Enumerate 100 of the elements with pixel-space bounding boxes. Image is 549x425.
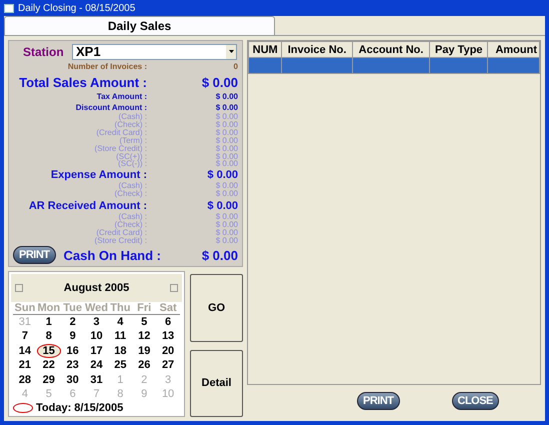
weekday-label: Thu xyxy=(109,302,132,314)
calendar-day[interactable]: 12 xyxy=(132,330,156,343)
summary-label: AR Received Amount : xyxy=(28,199,147,213)
calendar-day[interactable]: 3 xyxy=(84,315,108,328)
calendar-day[interactable]: 8 xyxy=(36,330,61,343)
summary-value: $ 0.00 xyxy=(214,213,239,221)
summary-label: Number of Invoices : xyxy=(66,62,147,73)
print-button[interactable]: PRINT xyxy=(13,246,56,264)
summary-value: $ 0.00 xyxy=(214,153,239,160)
next-month-button[interactable] xyxy=(170,284,178,292)
calendar-day[interactable]: 1 xyxy=(36,315,61,328)
calendar-day[interactable]: 28 xyxy=(13,373,37,386)
summary-value: $ 0.00 xyxy=(214,102,239,113)
go-button[interactable]: GO xyxy=(190,274,243,342)
summary-value: 0 xyxy=(232,62,239,73)
summary-value: $ 0.00 xyxy=(214,160,239,167)
summary-value: $ 0.00 xyxy=(214,182,239,190)
tab[interactable]: Daily Sales xyxy=(4,16,275,35)
previous-month-button[interactable] xyxy=(15,284,23,292)
calendar-day[interactable]: 19 xyxy=(132,344,156,358)
summary-label: Cash On Hand : xyxy=(64,248,162,262)
calendar-day[interactable]: 6 xyxy=(156,315,180,328)
calendar-day[interactable]: 14 xyxy=(13,344,37,358)
summary-label: (Store Credit) : xyxy=(94,237,147,245)
summary-label: Discount Amount : xyxy=(74,102,147,113)
calendar-day[interactable]: 23 xyxy=(60,358,85,372)
summary-value: $ 0.00 xyxy=(214,237,239,245)
weekday-label: Mon xyxy=(36,302,61,314)
calendar-day[interactable]: 27 xyxy=(156,358,180,372)
summary-value: $ 0.00 xyxy=(214,229,239,237)
summary-label: (Cash) : xyxy=(118,213,147,221)
summary-label: Total Sales Amount : xyxy=(18,74,147,91)
summary-value: $ 0.00 xyxy=(214,113,239,121)
calendar-day[interactable]: 13 xyxy=(156,330,180,343)
calendar-day[interactable]: 7 xyxy=(13,330,37,343)
summary-value: $ 0.00 xyxy=(214,121,239,129)
calendar-day[interactable]: 15 xyxy=(36,344,61,358)
summary-label: (Check) : xyxy=(114,221,147,229)
summary-label: (Cash) : xyxy=(118,182,147,190)
weekday-label: Wed xyxy=(84,302,108,314)
summary-value: $ 0.00 xyxy=(214,221,239,229)
station-dropdown[interactable]: XP1 xyxy=(72,44,237,60)
column-header[interactable]: NUM xyxy=(248,42,282,58)
summary-label: (Credit Card) : xyxy=(95,229,147,237)
summary-label: (Store Credit) : xyxy=(94,145,147,153)
calendar-day[interactable]: 24 xyxy=(84,358,108,372)
column-header[interactable]: Pay Type xyxy=(430,42,488,58)
footer-button[interactable]: PRINT xyxy=(357,392,400,410)
caret-icon xyxy=(226,44,236,58)
column-header[interactable]: Account No. xyxy=(352,42,430,58)
weekday-label: Sat xyxy=(158,302,178,314)
calendar-day[interactable]: 18 xyxy=(108,344,132,358)
weekday-label: Tue xyxy=(62,302,83,314)
calendar-day[interactable]: 20 xyxy=(156,344,180,358)
column-header[interactable]: Invoice No. xyxy=(282,42,352,58)
calendar-day[interactable]: 17 xyxy=(84,344,108,358)
footer-button[interactable]: CLOSE xyxy=(452,392,499,410)
today-label[interactable]: Today: 8/15/2005 xyxy=(36,402,124,414)
weekday-label: Sun xyxy=(14,302,36,314)
summary-label: Tax Amount : xyxy=(96,91,147,102)
summary-value: $ 0.00 xyxy=(214,129,239,137)
summary-value: $ 0.00 xyxy=(206,199,239,213)
today-circle-icon xyxy=(13,403,33,413)
summary-value: $ 0.00 xyxy=(214,91,239,102)
summary-label: (SC(-)) : xyxy=(118,160,147,167)
station-label: Station xyxy=(22,44,65,58)
app-icon xyxy=(4,4,14,12)
detail-button[interactable]: Detail xyxy=(190,350,243,417)
summary-label: (Check) : xyxy=(114,190,147,198)
calendar-day[interactable]: 9 xyxy=(60,330,85,343)
calendar-day[interactable]: 5 xyxy=(132,315,156,328)
calendar-day[interactable]: 26 xyxy=(132,358,156,372)
summary-label: (SC(+)) : xyxy=(116,153,147,160)
summary-value: $ 0.00 xyxy=(214,137,239,145)
calendar-day[interactable]: 21 xyxy=(13,358,37,372)
summary-label: (Credit Card) : xyxy=(95,129,147,137)
summary-label: (Cash) : xyxy=(118,113,147,121)
column-header[interactable]: Amount xyxy=(488,42,540,58)
summary-value: $ 0.00 xyxy=(202,248,239,262)
calendar-day[interactable]: 29 xyxy=(36,373,61,386)
calendar-day[interactable]: 25 xyxy=(108,358,132,372)
calendar-day[interactable]: 31 xyxy=(84,373,108,386)
calendar-day[interactable]: 16 xyxy=(60,344,85,358)
weekday-label: Fri xyxy=(136,302,152,314)
summary-label: (Check) : xyxy=(114,121,147,129)
summary-label: (Term) : xyxy=(119,137,147,145)
summary-value: $ 0.00 xyxy=(206,168,239,182)
month-title: August 2005 xyxy=(64,282,130,294)
table-row[interactable] xyxy=(248,58,540,74)
window-title: Daily Closing - 08/15/2005 xyxy=(18,2,136,14)
calendar-day[interactable]: 11 xyxy=(108,330,132,343)
calendar-day[interactable]: 2 xyxy=(60,315,85,328)
summary-value: $ 0.00 xyxy=(214,190,239,198)
calendar-day[interactable]: 30 xyxy=(60,373,85,386)
calendar-day[interactable]: 22 xyxy=(36,358,61,372)
summary-label: Expense Amount : xyxy=(50,168,147,182)
calendar-day[interactable]: 10 xyxy=(84,330,108,343)
calendar-day[interactable]: 4 xyxy=(108,315,132,328)
summary-value: $ 0.00 xyxy=(214,145,239,153)
summary-value: $ 0.00 xyxy=(200,74,239,91)
